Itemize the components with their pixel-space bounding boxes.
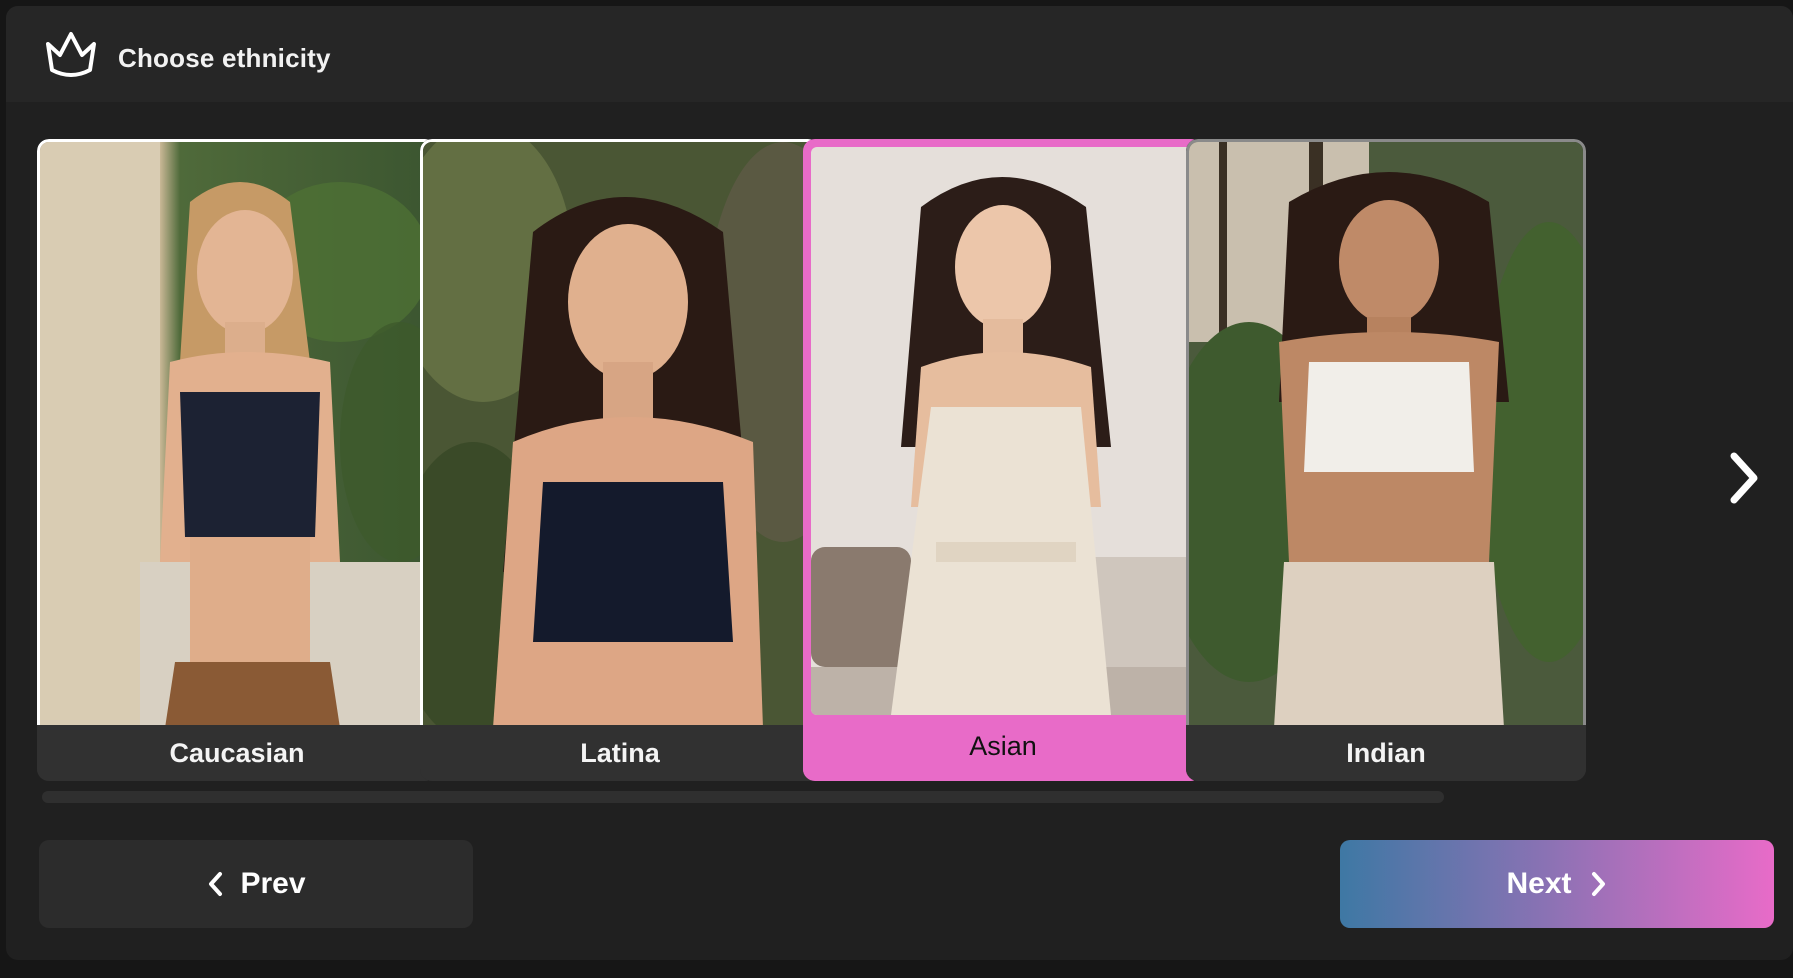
ethnicity-photo [420,139,820,725]
ethnicity-label: Indian [1186,725,1586,781]
ethnicity-label: Latina [420,725,820,781]
ethnicity-photo [1186,139,1586,725]
ethnicity-card-indian[interactable]: Indian [1186,139,1586,781]
chevron-right-icon [1591,872,1605,896]
chevron-left-icon [209,872,223,896]
ethnicity-card-asian[interactable]: Asian [803,139,1203,781]
ethnicity-carousel: Caucasian Latina Asian Indian [6,6,1793,960]
ethnicity-photo [37,139,437,725]
prev-button[interactable]: Prev [39,840,473,928]
ethnicity-photo [811,147,1195,715]
prev-button-label: Prev [240,867,306,900]
chevron-right-icon[interactable] [1724,450,1764,506]
next-button-label: Next [1506,867,1572,900]
ethnicity-panel: Choose ethnicity Caucasian Latina Asian … [6,6,1793,960]
ethnicity-card-latina[interactable]: Latina [420,139,820,781]
ethnicity-card-caucasian[interactable]: Caucasian [37,139,437,781]
carousel-scrollbar[interactable] [42,791,1444,803]
ethnicity-label: Asian [803,715,1203,777]
ethnicity-label: Caucasian [37,725,437,781]
next-button[interactable]: Next [1340,840,1774,928]
